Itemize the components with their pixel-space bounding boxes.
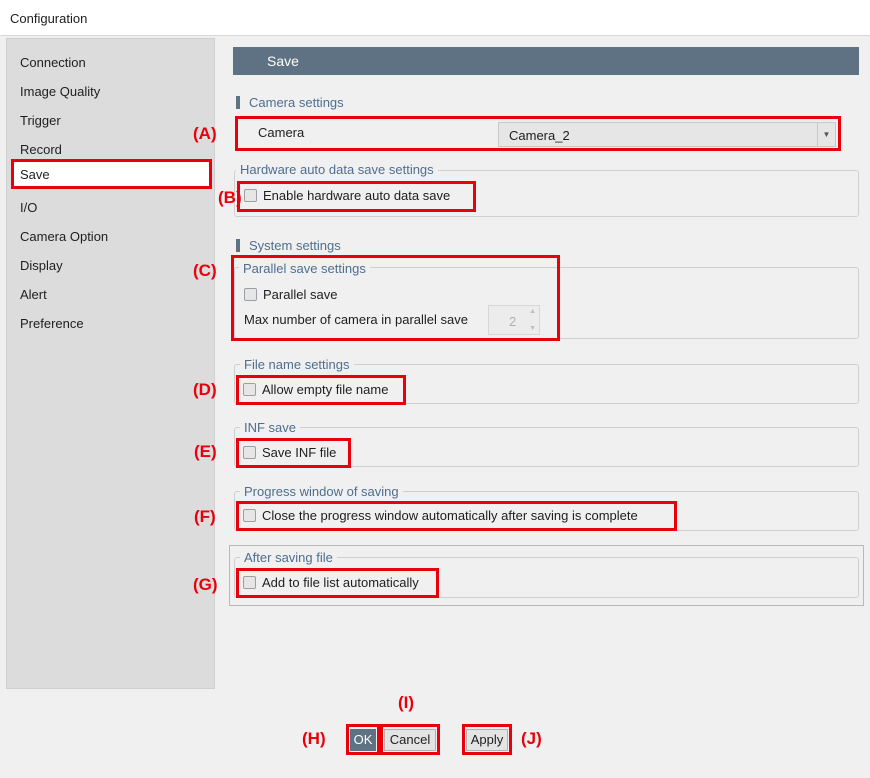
after-saving-group-title: After saving file [240,550,337,565]
file-name-group-title: File name settings [240,357,354,372]
spinner-up-icon[interactable]: ▲ [529,308,536,315]
progress-window-checkbox-row[interactable]: Close the progress window automatically … [243,508,638,523]
marker-i: (I) [398,693,415,712]
file-name-checkbox-row[interactable]: Allow empty file name [243,382,388,397]
sidebar-item-connection[interactable]: Connection [13,49,210,75]
highlight-j [462,724,512,755]
sidebar-item-display[interactable]: Display [13,252,210,278]
parallel-save-checkbox[interactable] [244,288,257,301]
hardware-auto-checkbox[interactable] [244,189,257,202]
inf-save-checkbox-row[interactable]: Save INF file [243,445,336,460]
sidebar-item-trigger[interactable]: Trigger [13,107,210,133]
chevron-down-icon[interactable]: ▼ [817,123,835,146]
spinner-down-icon[interactable]: ▼ [529,325,536,332]
sidebar-item-save[interactable]: Save [11,159,212,189]
max-camera-value: 2 [509,314,517,329]
marker-g: (G) [193,575,218,594]
highlight-i [380,724,440,755]
marker-f: (F) [194,507,216,526]
add-to-file-list-checkbox[interactable] [243,576,256,589]
marker-j: (J) [521,729,542,748]
marker-e: (E) [194,442,217,461]
camera-select[interactable]: Camera_2 ▼ [498,122,836,147]
sidebar-item-alert[interactable]: Alert [13,281,210,307]
allow-empty-file-name-label: Allow empty file name [262,382,389,397]
allow-empty-file-name-checkbox[interactable] [243,383,256,396]
highlight-h [346,724,380,755]
hardware-auto-label: Enable hardware auto data save [263,188,451,203]
sidebar-item-preference[interactable]: Preference [13,310,210,336]
sidebar: Connection Image Quality Trigger Record … [6,38,215,689]
marker-h: (H) [302,729,326,748]
close-progress-window-checkbox[interactable] [243,509,256,522]
close-progress-window-label: Close the progress window automatically … [262,508,638,523]
save-inf-file-checkbox[interactable] [243,446,256,459]
max-camera-label: Max number of camera in parallel save [244,312,468,327]
parallel-save-group-title: Parallel save settings [239,261,370,276]
inf-save-group-title: INF save [240,420,301,435]
page-title: Save [267,53,299,69]
add-to-file-list-label: Add to file list automatically [262,575,419,590]
hardware-auto-group-title: Hardware auto data save settings [236,162,438,177]
page-header: Save [233,47,859,75]
parallel-save-label: Parallel save [263,287,338,302]
marker-c: (C) [193,261,217,280]
hardware-auto-checkbox-row[interactable]: Enable hardware auto data save [244,188,450,203]
system-settings-heading: System settings [236,238,341,253]
camera-label: Camera [258,125,305,140]
progress-window-group-title: Progress window of saving [240,484,403,499]
max-camera-spinner[interactable]: 2 ▲ ▼ [488,305,540,335]
marker-d: (D) [193,380,217,399]
camera-settings-heading: Camera settings [236,95,344,110]
sidebar-item-image-quality[interactable]: Image Quality [13,78,210,104]
sidebar-item-camera-option[interactable]: Camera Option [13,223,210,249]
after-saving-checkbox-row[interactable]: Add to file list automatically [243,575,419,590]
marker-a: (A) [193,124,217,143]
window-titlebar: Configuration [0,0,870,36]
save-inf-file-label: Save INF file [262,445,337,460]
window-title: Configuration [10,11,88,26]
sidebar-item-io[interactable]: I/O [13,194,210,220]
camera-select-value: Camera_2 [509,128,570,143]
sidebar-item-record[interactable]: Record [13,136,210,162]
parallel-save-checkbox-row[interactable]: Parallel save [244,287,337,302]
